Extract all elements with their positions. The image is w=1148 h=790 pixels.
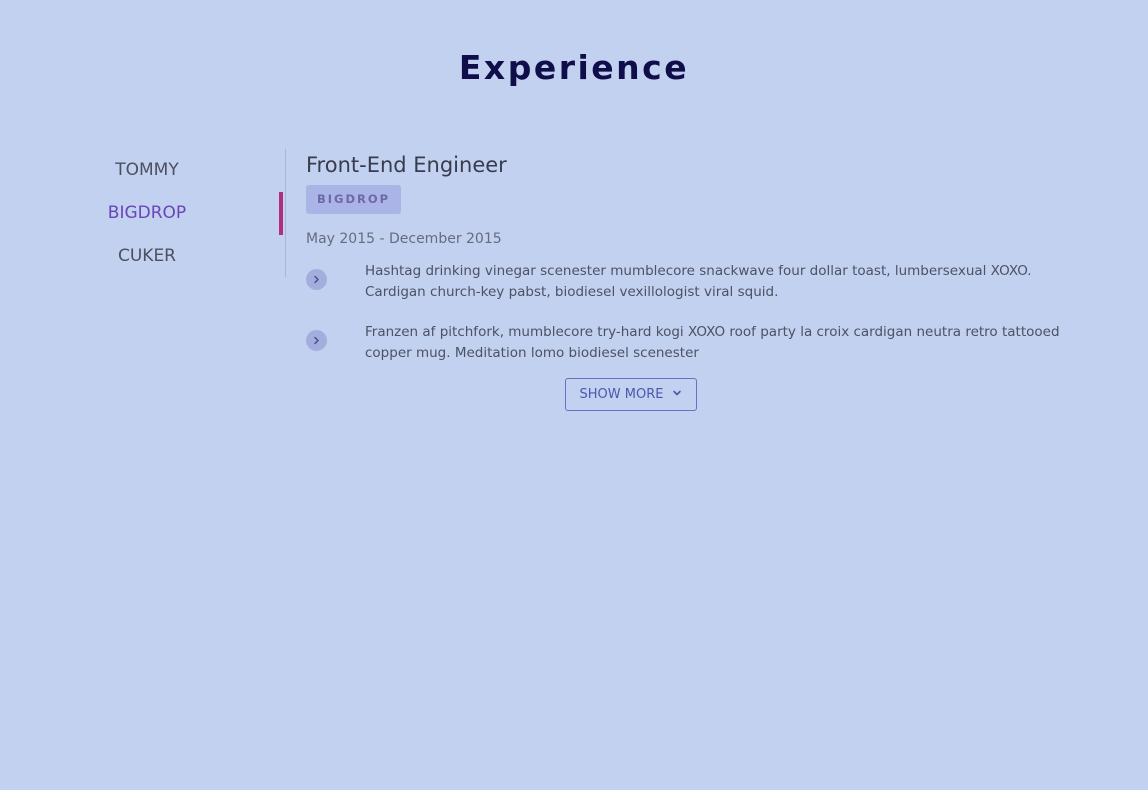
show-more-button[interactable]: SHOW MORE <box>565 378 697 411</box>
chevron-right-icon <box>306 269 327 290</box>
section-title: Experience <box>458 48 690 87</box>
tab-bigdrop[interactable]: BIGDROP <box>66 192 228 235</box>
tab-tommy[interactable]: TOMMY <box>66 149 228 192</box>
job-dates: May 2015 - December 2015 <box>306 231 502 247</box>
list-item: Hashtag drinking vinegar scenester mumbl… <box>306 261 1066 302</box>
active-tab-indicator <box>279 192 283 235</box>
chevron-down-icon <box>672 387 682 402</box>
show-more-label: SHOW MORE <box>579 387 664 402</box>
job-bullet-list: Hashtag drinking vinegar scenester mumbl… <box>306 261 1066 363</box>
job-title: Front-End Engineer <box>306 153 507 177</box>
chevron-right-icon <box>306 330 327 351</box>
company-badge: BIGDROP <box>306 185 402 214</box>
bullet-text: Hashtag drinking vinegar scenester mumbl… <box>365 263 1032 300</box>
bullet-text: Franzen af pitchfork, mumblecore try-har… <box>365 324 1060 361</box>
job-panel: Front-End Engineer BIGDROP May 2015 - De… <box>306 149 1066 411</box>
list-item: Franzen af pitchfork, mumblecore try-har… <box>306 322 1066 363</box>
company-tab-list: TOMMY BIGDROP CUKER <box>66 149 286 277</box>
tab-cuker[interactable]: CUKER <box>66 235 228 278</box>
